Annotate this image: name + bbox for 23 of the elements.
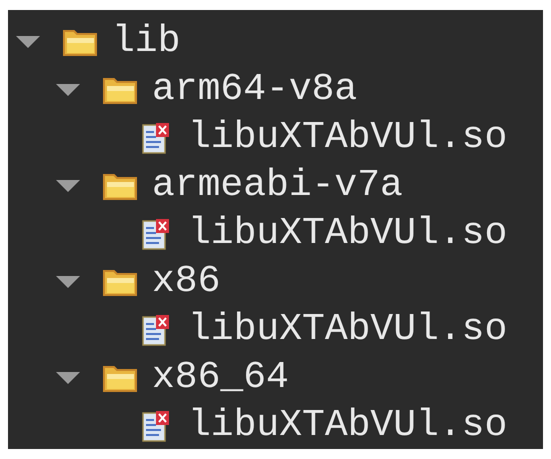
expander-arrow-icon[interactable] <box>55 179 81 193</box>
expander-arrow-icon[interactable] <box>15 35 41 49</box>
library-file-icon <box>142 122 170 154</box>
folder-name[interactable]: arm64-v8a <box>152 68 358 112</box>
expander-arrow-icon[interactable] <box>55 83 81 97</box>
folder-icon <box>102 171 138 201</box>
folder-name[interactable]: lib <box>112 20 180 64</box>
file-name[interactable]: libuXTAbVUl.so <box>188 404 508 448</box>
expander-arrow-icon[interactable] <box>55 371 81 385</box>
library-file-icon <box>142 218 170 250</box>
file-name[interactable]: libuXTAbVUl.so <box>188 116 508 160</box>
file-name[interactable]: libuXTAbVUl.so <box>188 212 508 256</box>
file-name[interactable]: libuXTAbVUl.so <box>188 308 508 352</box>
folder-icon <box>102 363 138 393</box>
library-file-icon <box>142 410 170 442</box>
folder-name[interactable]: x86 <box>152 260 220 304</box>
folder-icon <box>102 75 138 105</box>
library-file-icon <box>142 314 170 346</box>
folder-icon <box>62 27 98 57</box>
folder-icon <box>102 267 138 297</box>
folder-name[interactable]: armeabi-v7a <box>152 164 403 208</box>
folder-name[interactable]: x86_64 <box>152 356 289 400</box>
expander-arrow-icon[interactable] <box>55 275 81 289</box>
